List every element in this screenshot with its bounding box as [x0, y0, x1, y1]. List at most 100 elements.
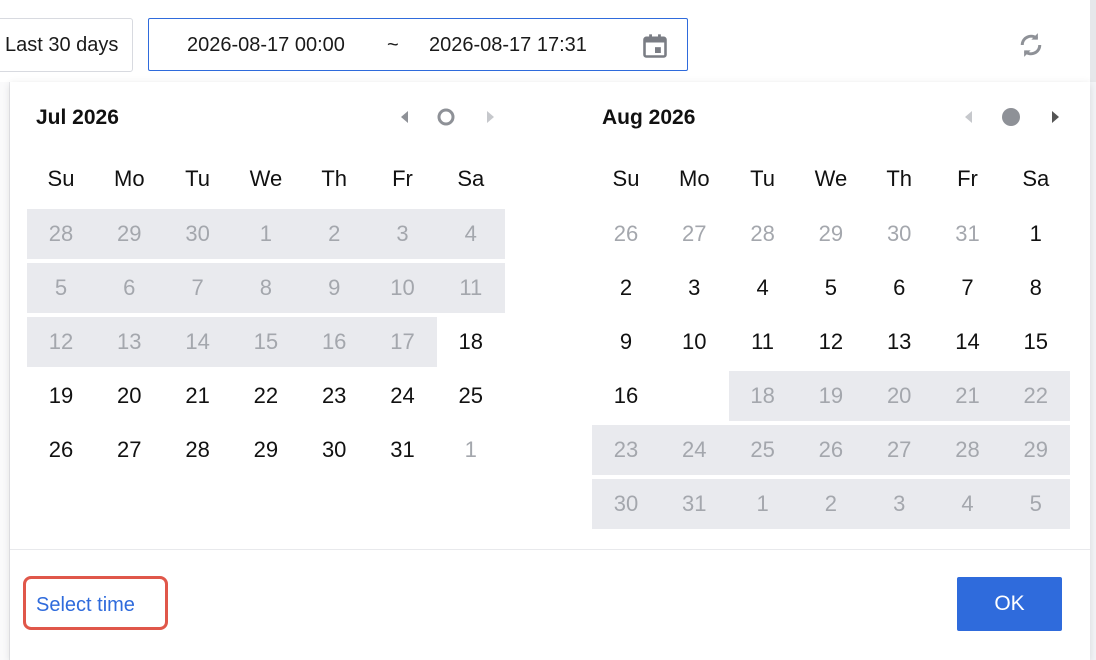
- day-cell[interactable]: 9: [592, 317, 660, 367]
- day-cell: 30: [185, 221, 210, 246]
- current-month-dot-icon[interactable]: [1000, 106, 1022, 128]
- weekday-label: Th: [321, 166, 348, 191]
- weekday-label: Sa: [457, 166, 485, 191]
- weekday-label: Mo: [679, 166, 710, 191]
- left-weekday-header: Su Mo Tu We Th Fr Sa: [27, 166, 505, 196]
- day-cell: 29: [1023, 437, 1049, 462]
- refresh-icon[interactable]: [1016, 30, 1046, 60]
- day-cell: 19: [818, 383, 844, 408]
- day-cell: 2: [824, 491, 838, 516]
- day-cell[interactable]: 10: [660, 317, 728, 367]
- date-range-picker-panel: Jul 2026 Aug 2026 Su Mo Tu We Th Fr Sa Su Mo Tu W…: [10, 82, 1090, 660]
- day-cell: 11: [459, 275, 483, 300]
- date-range-input[interactable]: 2026-08-17 00:00 ~ 2026-08-17 17:31: [148, 18, 688, 71]
- day-cell: 10: [390, 275, 415, 300]
- day-cell: 21: [955, 383, 980, 408]
- left-month-nav: [394, 106, 494, 128]
- day-cell[interactable]: 23: [300, 371, 368, 421]
- weekday-label: Th: [886, 166, 913, 191]
- day-cell: 12: [48, 329, 74, 354]
- day-cell[interactable]: 3: [660, 263, 728, 313]
- day-cell[interactable]: 4: [729, 263, 797, 313]
- day-cell: 30: [613, 491, 639, 516]
- prev-month-disabled-icon: [965, 111, 972, 123]
- day-cell[interactable]: 30: [300, 425, 368, 475]
- day-cell[interactable]: 28: [164, 425, 232, 475]
- day-cell[interactable]: 26: [27, 425, 95, 475]
- day-cell[interactable]: 5: [797, 263, 865, 313]
- day-cell[interactable]: 17: [660, 369, 728, 423]
- right-weekday-header: Su Mo Tu We Th Fr Sa: [592, 166, 1070, 196]
- day-cell[interactable]: 22: [232, 371, 300, 421]
- day-cell: 27: [682, 221, 707, 246]
- day-cell[interactable]: 8: [1002, 263, 1070, 313]
- left-month-grid: 28 29 30 1 2 3 4 5 6 7 8 9 10 11 12 13 14 15 16 17 18 19 20 21 2…: [27, 209, 506, 479]
- day-cell[interactable]: 13: [865, 317, 933, 367]
- day-cell[interactable]: 31: [369, 425, 437, 475]
- day-cell: 5: [54, 275, 68, 300]
- underlying-table-edge: [0, 82, 10, 660]
- day-cell: 7: [191, 275, 204, 300]
- day-cell: 28: [750, 221, 775, 246]
- day-cell: 26: [613, 221, 639, 246]
- day-cell[interactable]: 18: [437, 317, 505, 367]
- day-cell: 9: [328, 275, 341, 300]
- weekday-label: Fr: [392, 166, 413, 191]
- day-cell[interactable]: 24: [369, 371, 437, 421]
- day-cell: 6: [123, 275, 136, 300]
- day-cell: 23: [613, 437, 639, 462]
- day-cell: 16: [321, 329, 347, 354]
- day-cell: 29: [818, 221, 844, 246]
- day-cell: 31: [955, 221, 980, 246]
- select-time-link[interactable]: Select time: [36, 594, 135, 617]
- day-cell[interactable]: 11: [729, 317, 797, 367]
- day-cell: 29: [117, 221, 142, 246]
- day-cell[interactable]: 29: [232, 425, 300, 475]
- day-cell[interactable]: 21: [164, 371, 232, 421]
- day-cell[interactable]: 15: [1002, 317, 1070, 367]
- right-month-title: Aug 2026: [602, 106, 696, 129]
- next-month-disabled-icon: [487, 111, 494, 123]
- calendar-icon[interactable]: [641, 32, 669, 60]
- day-cell: 3: [893, 491, 906, 516]
- day-cell[interactable]: 20: [95, 371, 163, 421]
- day-cell[interactable]: 2: [592, 263, 660, 313]
- range-preset-button[interactable]: Last 30 days: [0, 18, 133, 72]
- day-cell: 1: [464, 437, 477, 462]
- day-cell[interactable]: 14: [934, 317, 1002, 367]
- day-cell: 4: [961, 491, 974, 516]
- range-separator: ~: [387, 34, 399, 56]
- range-end-value: 2026-08-17 17:31: [429, 34, 587, 56]
- prev-month-icon[interactable]: [394, 106, 416, 128]
- day-cell[interactable]: 6: [865, 263, 933, 313]
- weekday-label: Su: [47, 166, 75, 191]
- day-cell: 14: [185, 329, 210, 354]
- day-cell[interactable]: 19: [27, 371, 95, 421]
- current-month-dot-icon[interactable]: [435, 106, 457, 128]
- ok-button[interactable]: OK: [957, 577, 1062, 631]
- day-cell: 1: [756, 491, 769, 516]
- day-cell[interactable]: 27: [95, 425, 163, 475]
- day-cell[interactable]: 12: [797, 317, 865, 367]
- day-cell: 30: [886, 221, 912, 246]
- day-cell: 15: [253, 329, 279, 354]
- day-cell[interactable]: 7: [934, 263, 1002, 313]
- day-cell[interactable]: 1: [1002, 209, 1070, 259]
- day-cell: 22: [1023, 383, 1049, 408]
- day-cell: 13: [117, 329, 142, 354]
- day-cell: 2: [328, 221, 341, 246]
- day-cell: 26: [818, 437, 844, 462]
- day-cell: 17: [390, 329, 415, 354]
- day-cell: 31: [682, 491, 707, 516]
- range-start-value: 2026-08-17 00:00: [187, 34, 345, 56]
- day-cell: 5: [1029, 491, 1042, 516]
- day-cell: 28: [48, 221, 74, 246]
- weekday-label: We: [249, 166, 283, 191]
- date-range-toolbar: Last 30 days 2026-08-17 00:00 ~ 2026-08-…: [0, 0, 1096, 82]
- day-cell[interactable]: 25: [437, 371, 505, 421]
- day-cell[interactable]: 16: [592, 371, 660, 421]
- scroll-edge: [1090, 0, 1096, 82]
- next-month-icon[interactable]: [1044, 106, 1066, 128]
- left-month-title: Jul 2026: [36, 106, 119, 129]
- weekday-label: Su: [612, 166, 640, 191]
